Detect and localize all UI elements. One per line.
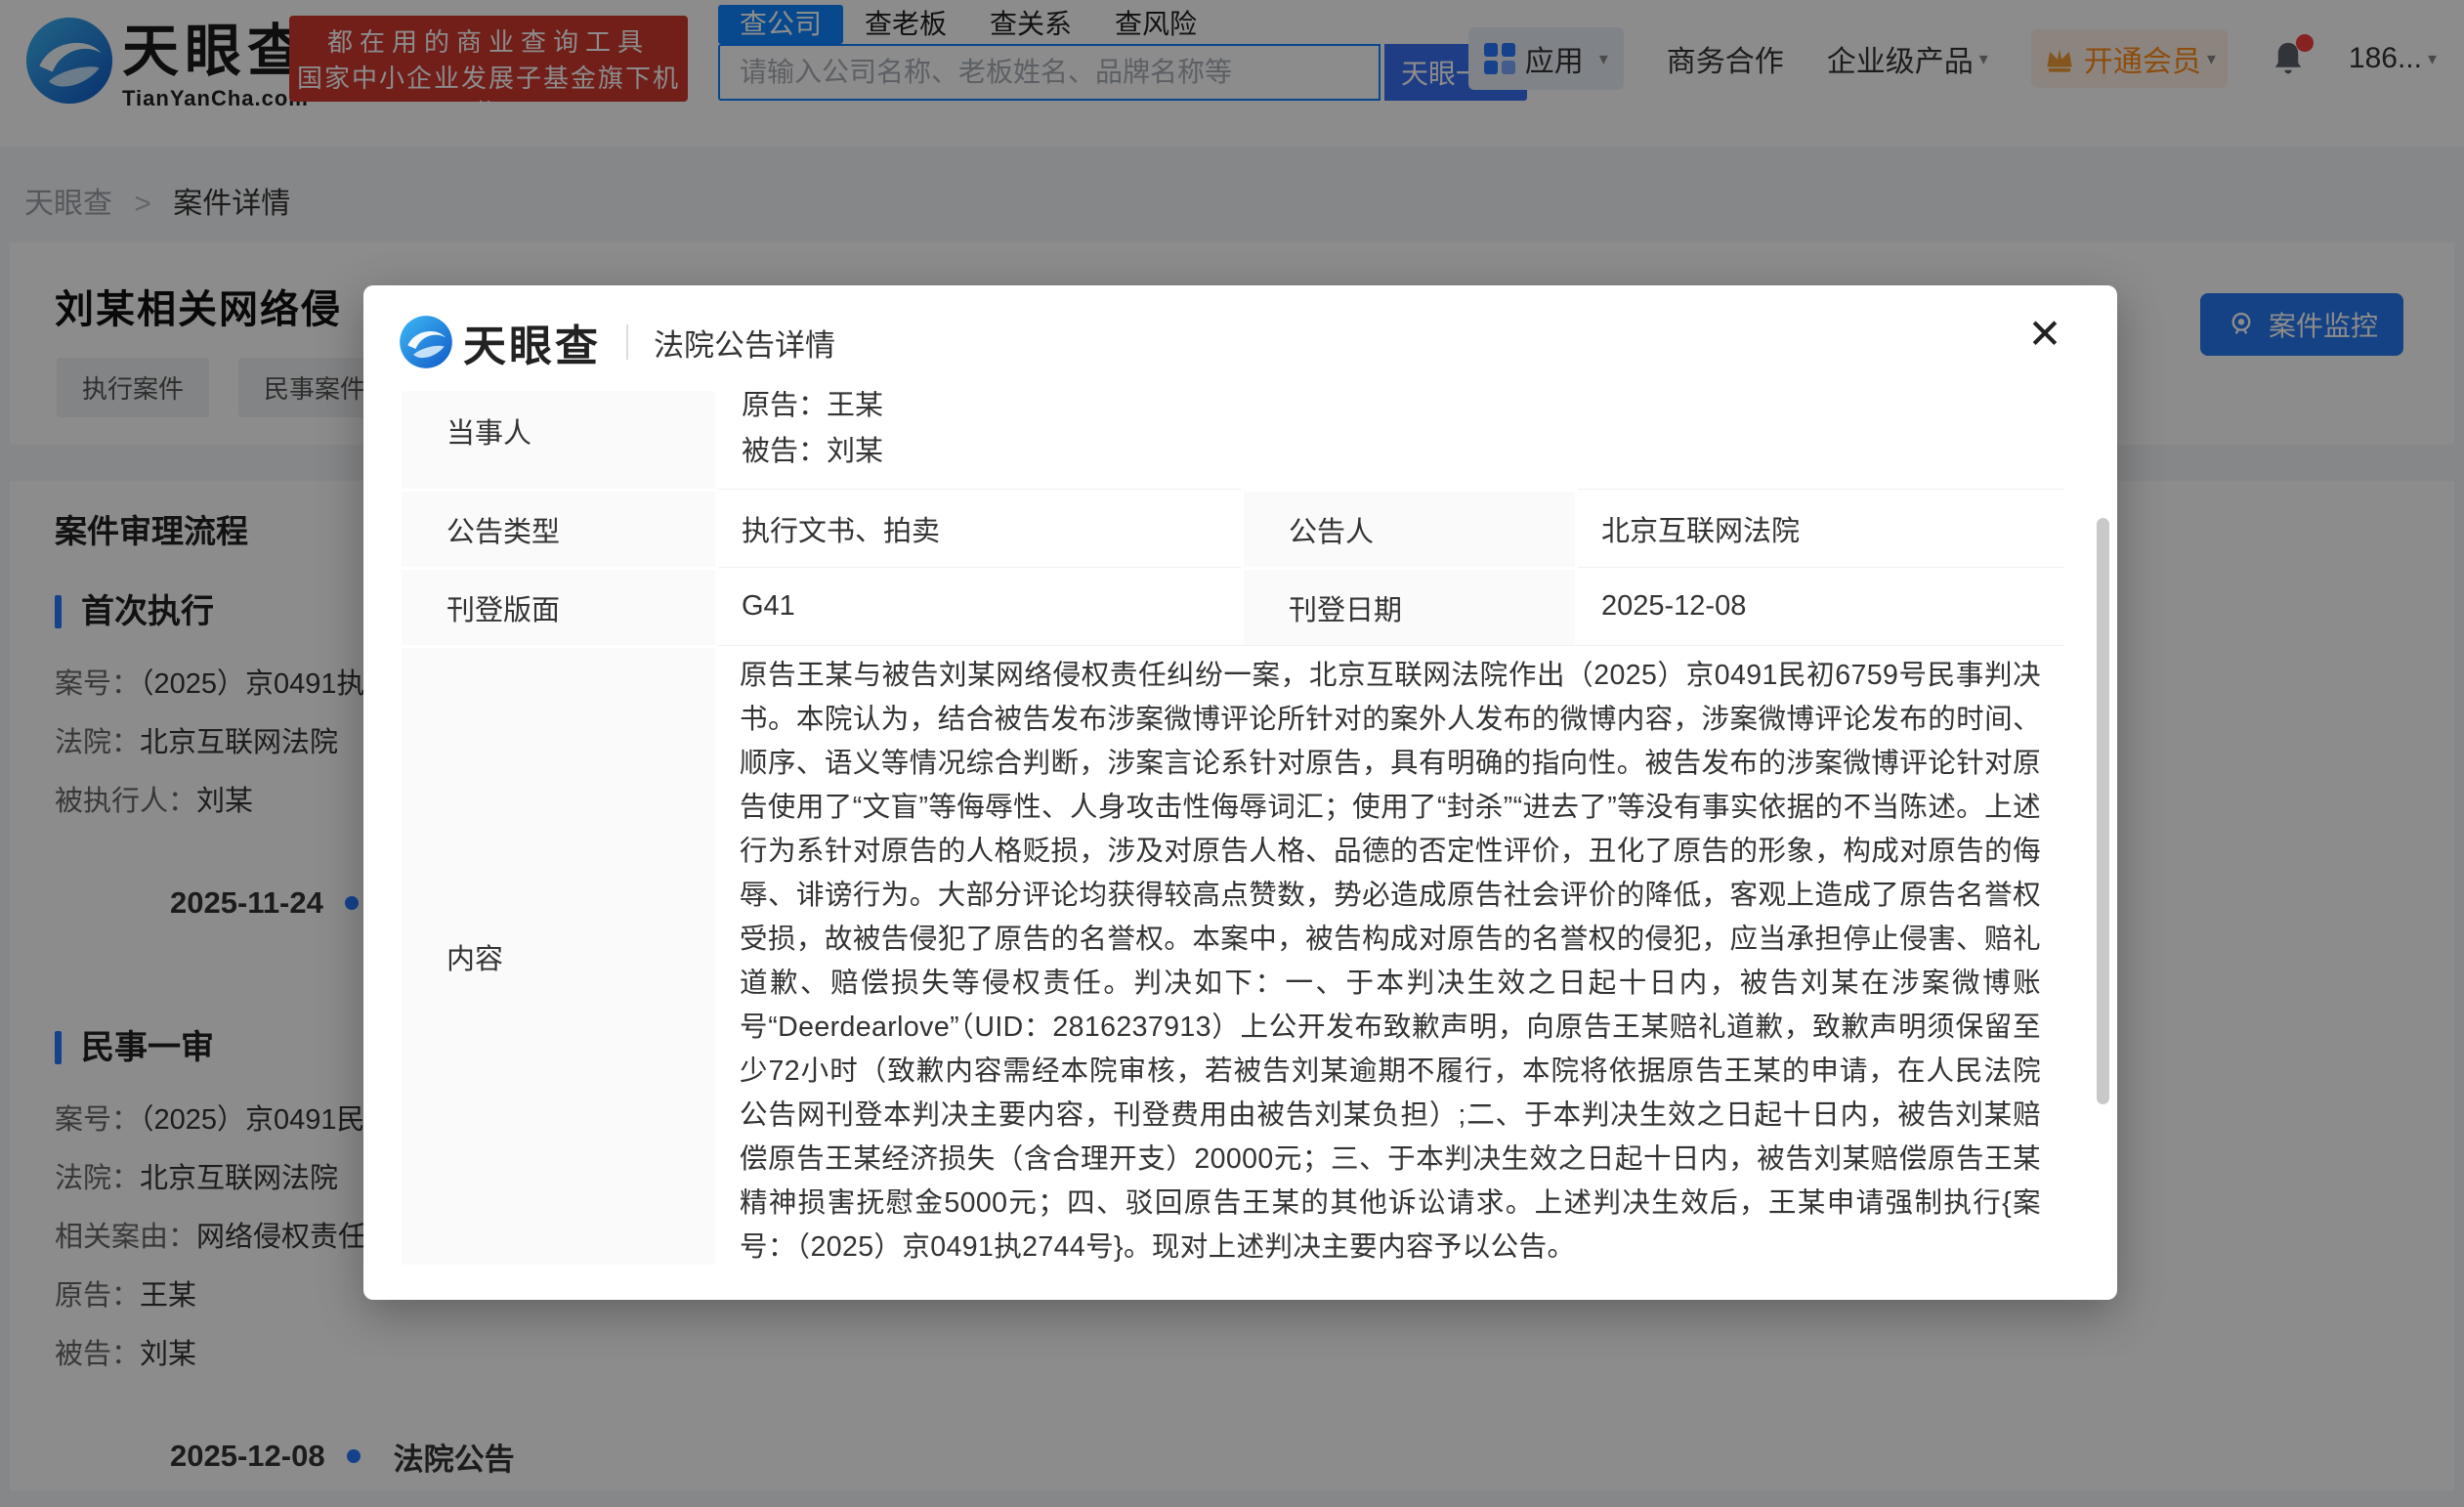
announcement-type-label: 公告类型 [399,489,718,567]
modal-body: 当事人 原告：王某 被告：刘某 公告类型 执行文书、拍卖 公告人 北京互联网法院… [399,391,2064,1265]
publish-date-value: 2025-12-08 [1578,567,2064,645]
close-icon[interactable]: ✕ [2021,311,2068,358]
plaintiff-line: 原告：王某 [742,391,2064,429]
announcement-detail-table: 当事人 原告：王某 被告：刘某 公告类型 执行文书、拍卖 公告人 北京互联网法院… [399,391,2064,1265]
publish-page-value: G41 [718,567,1241,645]
announcer-value: 北京互联网法院 [1578,489,2064,567]
modal-logo: 天眼查 法院公告详情 [399,311,835,373]
party-label: 当事人 [399,391,718,489]
defendant-line: 被告：刘某 [742,429,2064,475]
party-value: 原告：王某 被告：刘某 [718,391,2064,489]
announcement-content-text: 原告王某与被告刘某网络侵权责任纠纷一案，北京互联网法院作出（2025）京0491… [740,654,2041,1265]
modal-scrollbar-thumb[interactable] [2097,518,2109,1104]
modal-brand: 天眼查 [463,311,601,373]
app-root: 天眼查 TianYanCha.com 都在用的商业查询工具 国家中小企业发展子基… [0,0,2464,1507]
publish-page-label: 刊登版面 [399,567,718,645]
announcer-label: 公告人 [1241,489,1578,567]
content-label: 内容 [399,645,718,1265]
announcement-type-value: 执行文书、拍卖 [718,489,1241,567]
publish-date-label: 刊登日期 [1241,567,1578,645]
content-value: 原告王某与被告刘某网络侵权责任纠纷一案，北京互联网法院作出（2025）京0491… [718,645,2064,1265]
court-announcement-modal: 天眼查 法院公告详情 ✕ 当事人 原告：王某 被告：刘某 公告类型 执行文书、拍… [363,285,2117,1300]
tianyancha-logo-icon [399,315,453,369]
divider [626,324,628,360]
modal-title: 法院公告详情 [654,321,835,365]
modal-header: 天眼查 法院公告详情 ✕ [363,285,2117,391]
